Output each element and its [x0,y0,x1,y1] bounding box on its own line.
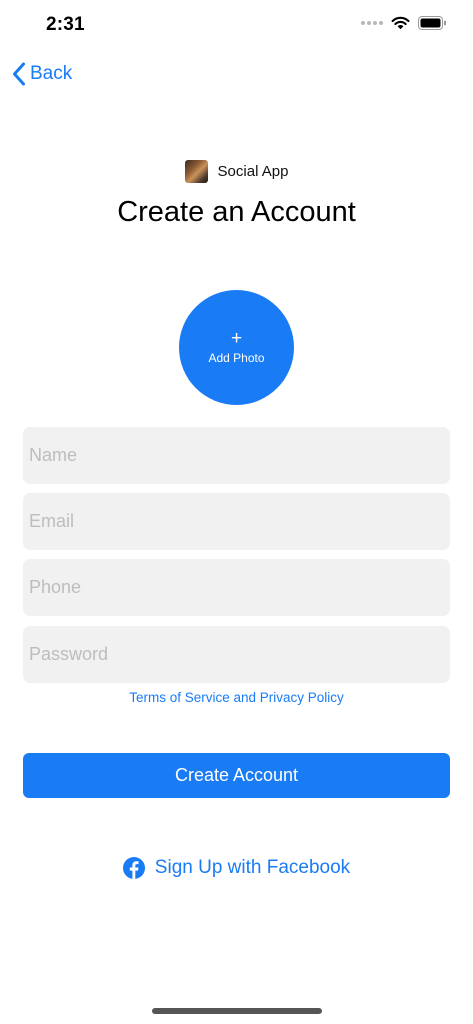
page-title: Create an Account [117,196,356,228]
back-label: Back [30,63,73,84]
add-photo-label: Add Photo [208,351,265,365]
wifi-icon [391,16,410,30]
brand-header: Social App [0,160,473,183]
terms-link[interactable]: Terms of Service and Privacy Policy [0,690,473,705]
plus-icon: + [230,328,243,349]
battery-icon [418,16,446,30]
app-logo [184,160,208,183]
phone-field[interactable] [23,559,450,616]
signal-dots-icon [361,21,383,25]
name-field[interactable] [23,427,450,484]
back-button[interactable]: Back [12,62,72,86]
create-account-button[interactable]: Create Account [23,753,450,798]
email-field[interactable] [23,493,450,550]
facebook-signup-button[interactable]: Sign Up with Facebook [0,857,473,879]
add-photo-button[interactable]: + Add Photo [179,290,294,405]
facebook-signup-label: Sign Up with Facebook [154,857,351,878]
status-icons [361,16,447,30]
facebook-icon [122,857,145,879]
password-field[interactable] [23,626,450,683]
app-name: Social App [217,163,289,180]
chevron-left-icon [13,62,25,86]
home-indicator [152,1008,322,1014]
status-time: 2:31 [46,14,85,35]
